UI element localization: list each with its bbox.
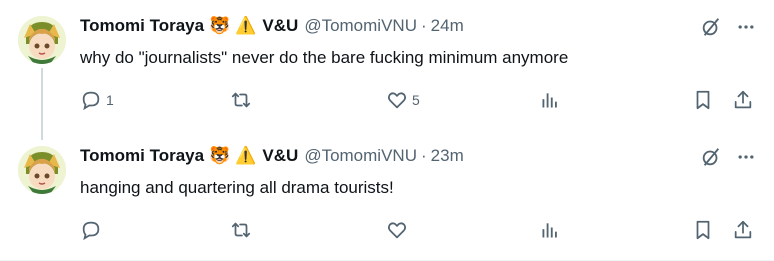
bookmark-icon (692, 219, 714, 241)
tweet-top-actions (700, 16, 756, 38)
heart-icon (386, 219, 408, 241)
retweet-button[interactable] (230, 218, 256, 242)
reply-button[interactable] (80, 218, 106, 242)
views-bars-icon (540, 220, 560, 240)
avatar[interactable] (18, 146, 66, 194)
bookmark-icon (692, 89, 714, 111)
name-tag: V&U (262, 146, 299, 165)
like-button[interactable] (386, 218, 412, 242)
tweet[interactable]: Tomomi Toraya 🐯 ⚠️ V&U @TomomiVNU · 24m … (0, 0, 774, 130)
retweet-button[interactable] (230, 88, 256, 112)
display-name[interactable]: Tomomi Toraya (80, 15, 204, 37)
tweet-header: Tomomi Toraya 🐯 ⚠️ V&U @TomomiVNU · 23m (80, 145, 464, 167)
retweet-arrows-icon (230, 219, 252, 241)
reply-bubble-icon (80, 89, 102, 111)
tweet-action-bar (80, 218, 756, 242)
bookmark-button[interactable] (692, 218, 714, 242)
display-name[interactable]: Tomomi Toraya (80, 145, 204, 167)
reply-button[interactable]: 1 (80, 88, 114, 112)
like-count: 5 (412, 92, 420, 108)
avatar[interactable] (18, 16, 66, 64)
timestamp[interactable]: 23m (431, 145, 464, 167)
share-button[interactable] (732, 218, 754, 242)
more-dots-icon[interactable] (736, 17, 756, 37)
warning-emoji: ⚠️ (235, 16, 257, 35)
separator: · (420, 146, 427, 165)
tiger-emoji: 🐯 (209, 146, 231, 165)
like-button[interactable]: 5 (386, 88, 420, 112)
name-tag: V&U (262, 16, 299, 35)
tiger-emoji: 🐯 (209, 16, 231, 35)
share-button[interactable] (732, 88, 754, 112)
tweet[interactable]: Tomomi Toraya 🐯 ⚠️ V&U @TomomiVNU · 23m … (0, 130, 774, 261)
share-upload-icon (732, 89, 754, 111)
views-button[interactable] (540, 218, 560, 242)
warning-emoji: ⚠️ (235, 146, 257, 165)
tweet-top-actions (700, 146, 756, 168)
username[interactable]: @TomomiVNU (304, 15, 417, 37)
more-dots-icon[interactable] (736, 147, 756, 167)
tweet-action-bar: 1 5 (80, 88, 756, 112)
grok-slash-circle-icon[interactable] (700, 16, 722, 38)
retweet-arrows-icon (230, 89, 252, 111)
username[interactable]: @TomomiVNU (304, 145, 417, 167)
views-bars-icon (540, 90, 560, 110)
reply-bubble-icon (80, 219, 102, 241)
heart-icon (386, 89, 408, 111)
views-button[interactable] (540, 88, 560, 112)
tweet-header: Tomomi Toraya 🐯 ⚠️ V&U @TomomiVNU · 24m (80, 15, 464, 37)
bookmark-button[interactable] (692, 88, 714, 112)
timestamp[interactable]: 24m (431, 15, 464, 37)
reply-count: 1 (106, 92, 114, 108)
tweet-text: why do "journalists" never do the bare f… (80, 48, 569, 67)
grok-slash-circle-icon[interactable] (700, 146, 722, 168)
tweet-text: hanging and quartering all drama tourist… (80, 178, 394, 197)
separator: · (420, 16, 427, 35)
share-upload-icon (732, 219, 754, 241)
